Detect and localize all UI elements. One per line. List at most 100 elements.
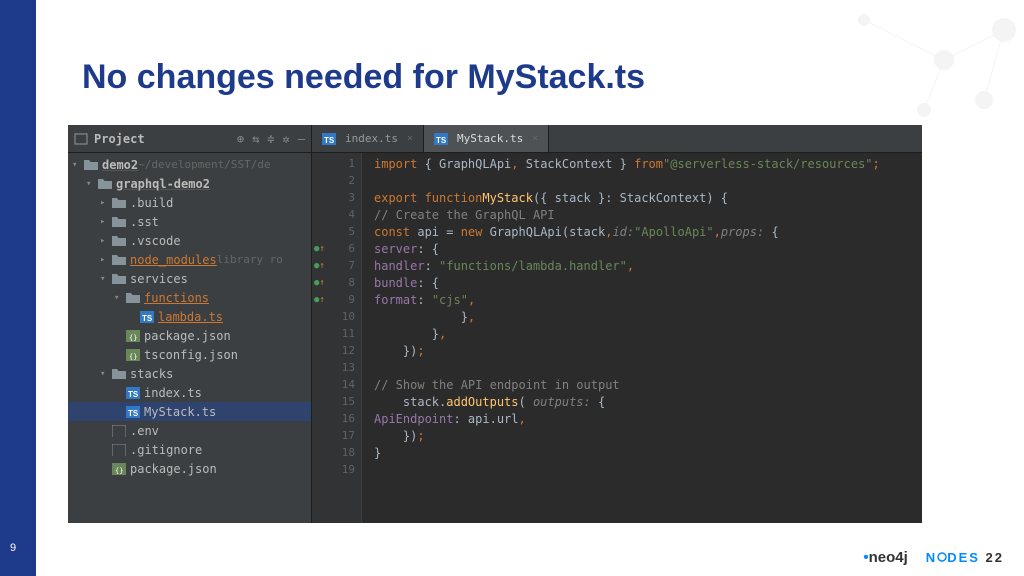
target-icon[interactable]: ⊕ <box>237 132 244 146</box>
code-line: }, <box>374 325 922 342</box>
tree-item-package-json[interactable]: {}package.json <box>68 326 311 345</box>
tree-label: services <box>130 272 188 286</box>
code-line: }); <box>374 427 922 444</box>
tree-item-stacks[interactable]: ▾stacks <box>68 364 311 383</box>
gutter-line: ●↑7 <box>312 257 361 274</box>
chevron-icon: ▾ <box>86 179 98 189</box>
tree-item-index-ts[interactable]: TSindex.ts <box>68 383 311 402</box>
editor-tabs: TSindex.ts×TSMyStack.ts× <box>312 125 922 153</box>
code-area: 12345●↑6●↑7●↑8●↑910111213141516171819 im… <box>312 153 922 523</box>
tree-label: tsconfig.json <box>144 348 238 362</box>
code-line: // Create the GraphQL API <box>374 206 922 223</box>
code-line: ApiEndpoint: api.url, <box>374 410 922 427</box>
tab-MyStack-ts[interactable]: TS MyStack.ts × <box>424 125 549 152</box>
tree-label: .env <box>130 424 159 438</box>
tree-label: .vscode <box>130 234 181 248</box>
close-icon[interactable]: × <box>407 133 413 144</box>
gutter-line: 1 <box>312 155 361 172</box>
expand-icon[interactable]: ≑ <box>267 132 274 146</box>
hide-icon[interactable]: — <box>298 132 305 146</box>
gutter-line: ●↑6 <box>312 240 361 257</box>
project-panel-title: Project <box>94 132 145 146</box>
project-toolbar: ⊕ ⇆ ≑ ✲ — <box>237 132 305 146</box>
tree-item-services[interactable]: ▾ services <box>68 269 311 288</box>
gutter-line: 10 <box>312 308 361 325</box>
tree-label: .sst <box>130 215 159 229</box>
collapse-icon[interactable]: ⇆ <box>252 132 259 146</box>
svg-text:TS: TS <box>128 409 139 418</box>
tab-label: index.ts <box>345 132 398 145</box>
tree-label: package.json <box>130 462 217 476</box>
gutter-line: 5 <box>312 223 361 240</box>
svg-text:{}: {} <box>129 353 137 361</box>
tree-suffix: library ro <box>217 253 283 266</box>
tree-item--build[interactable]: ▸ .build <box>68 193 311 212</box>
tree-label: MyStack.ts <box>144 405 216 419</box>
tree-label: .gitignore <box>130 443 202 457</box>
svg-text:TS: TS <box>128 390 139 399</box>
tree-label: package.json <box>144 329 231 343</box>
slide-left-bar: 9 <box>0 0 36 576</box>
gutter-line: 2 <box>312 172 361 189</box>
tree-label: graphql-demo2 <box>116 177 210 191</box>
project-panel-header[interactable]: Project ⊕ ⇆ ≑ ✲ — <box>68 125 311 153</box>
gutter-line: 4 <box>312 206 361 223</box>
gutter-line: 14 <box>312 376 361 393</box>
gutter-line: 16 <box>312 410 361 427</box>
code-editor[interactable]: import { GraphQLApi, StackContext } from… <box>362 153 922 523</box>
tree-item--env[interactable]: .env <box>68 421 311 440</box>
svg-text:TS: TS <box>142 314 153 323</box>
tree-label: node_modules <box>130 253 217 267</box>
chevron-icon: ▾ <box>100 274 112 284</box>
code-line: }, <box>374 308 922 325</box>
code-line: format: "cjs", <box>374 291 922 308</box>
gutter-line: 13 <box>312 359 361 376</box>
tab-index-ts[interactable]: TSindex.ts× <box>312 125 424 152</box>
tree-label: functions <box>144 291 209 305</box>
gutter: 12345●↑6●↑7●↑8●↑910111213141516171819 <box>312 153 362 523</box>
neo4j-logo: •neo4j <box>863 549 907 566</box>
chevron-icon: ▾ <box>72 160 84 170</box>
code-line: stack.addOutputs( outputs: { <box>374 393 922 410</box>
code-line <box>374 461 922 478</box>
code-line: server: { <box>374 240 922 257</box>
svg-text:TS: TS <box>436 136 447 145</box>
code-line: const api = new GraphQLApi(stack, id: "A… <box>374 223 922 240</box>
gutter-line: 18 <box>312 444 361 461</box>
tree-item-graphql-demo2[interactable]: ▾ graphql-demo2 <box>68 174 311 193</box>
code-line: export function MyStack({ stack }: Stack… <box>374 189 922 206</box>
chevron-icon: ▸ <box>100 217 112 227</box>
gutter-line: ●↑8 <box>312 274 361 291</box>
code-line <box>374 359 922 376</box>
tree-item-MyStack-ts[interactable]: TS MyStack.ts <box>68 402 311 421</box>
tree-item--sst[interactable]: ▸ .sst <box>68 212 311 231</box>
tree-label: .build <box>130 196 173 210</box>
chevron-icon: ▸ <box>100 236 112 246</box>
gutter-line: 11 <box>312 325 361 342</box>
footer-logos: •neo4j NDES 22 <box>863 549 1004 566</box>
gutter-line: 19 <box>312 461 361 478</box>
tree-item-functions[interactable]: ▾ functions <box>68 288 311 307</box>
tree-item-node_modules[interactable]: ▸ node_modules library ro <box>68 250 311 269</box>
code-line: } <box>374 444 922 461</box>
tree-suffix: ~/development/SST/de <box>138 158 270 171</box>
code-line: bundle: { <box>374 274 922 291</box>
chevron-icon: ▸ <box>100 255 112 265</box>
slide-title: No changes needed for MyStack.ts <box>82 58 645 97</box>
tree-item-tsconfig-json[interactable]: {} tsconfig.json <box>68 345 311 364</box>
tree-label: demo2 <box>102 158 138 172</box>
close-icon[interactable]: × <box>532 133 538 144</box>
tree-item-package-json[interactable]: {}package.json <box>68 459 311 478</box>
gutter-line: 12 <box>312 342 361 359</box>
tree-item-lambda-ts[interactable]: TSlambda.ts <box>68 307 311 326</box>
gear-icon[interactable]: ✲ <box>283 132 290 146</box>
tree-item-demo2[interactable]: ▾ demo2 ~/development/SST/de <box>68 155 311 174</box>
gutter-line: 3 <box>312 189 361 206</box>
tree-item--gitignore[interactable]: .gitignore <box>68 440 311 459</box>
code-line: }); <box>374 342 922 359</box>
tab-label: MyStack.ts <box>457 132 523 145</box>
chevron-icon: ▸ <box>100 198 112 208</box>
gutter-line: ●↑9 <box>312 291 361 308</box>
tree-item--vscode[interactable]: ▸ .vscode <box>68 231 311 250</box>
chevron-icon: ▾ <box>114 293 126 303</box>
